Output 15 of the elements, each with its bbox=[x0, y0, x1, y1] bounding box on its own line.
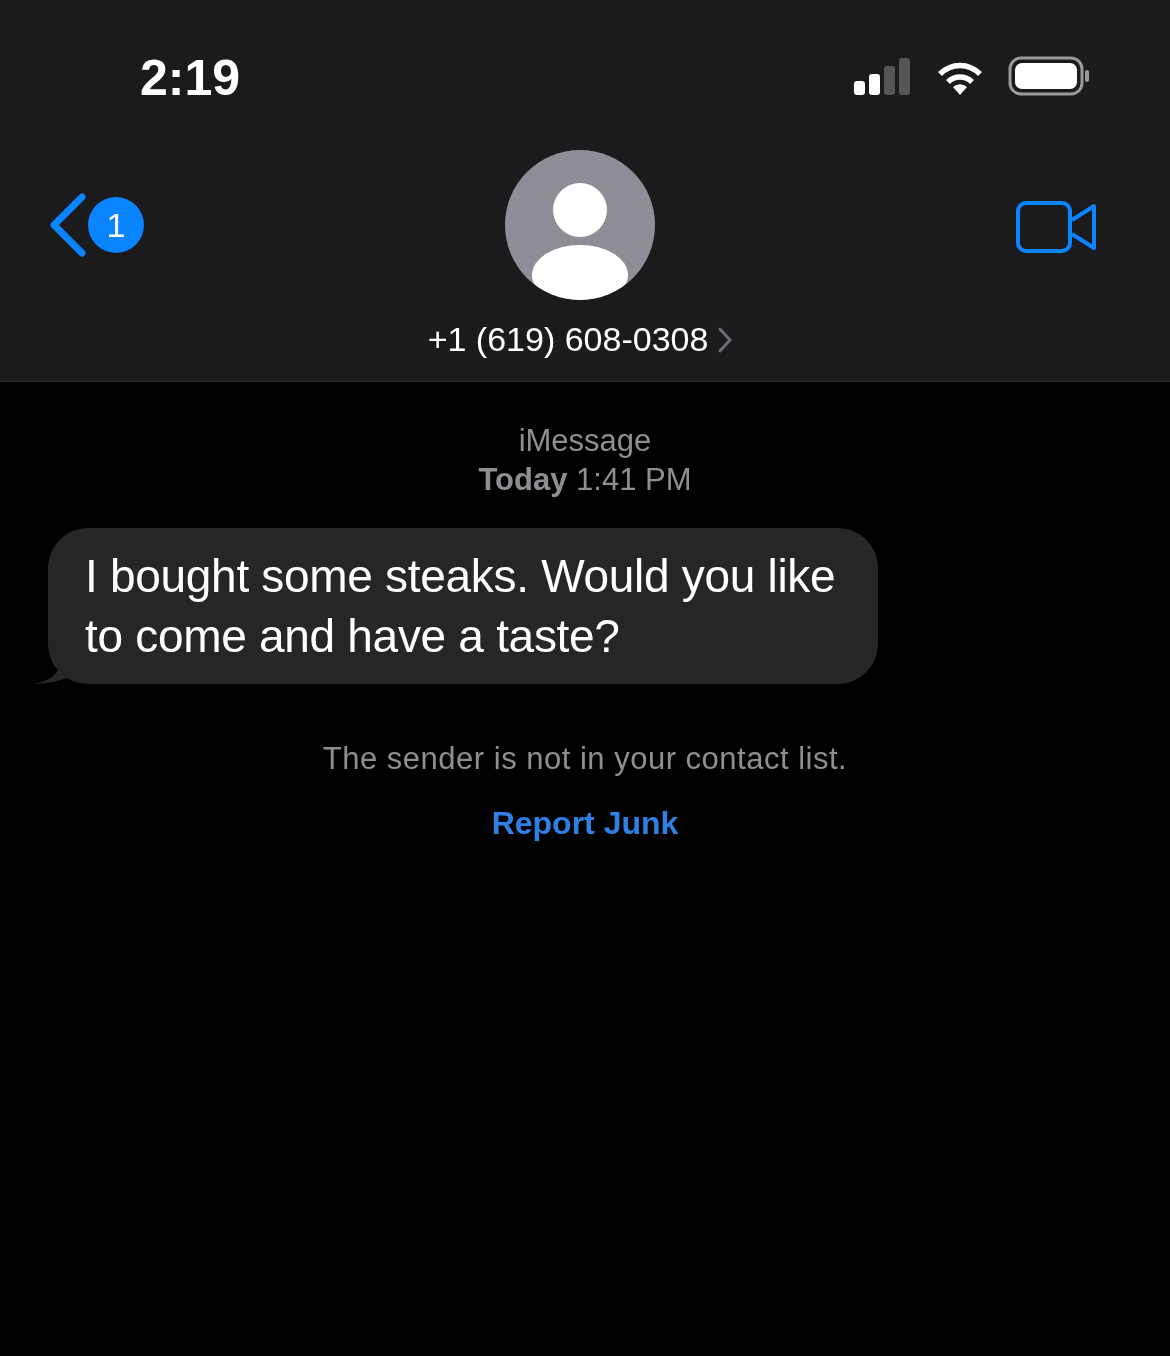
chevron-right-icon bbox=[718, 326, 733, 353]
contact-name[interactable]: +1 (619) 608-0308 bbox=[427, 314, 733, 365]
service-label: iMessage bbox=[518, 422, 652, 460]
battery-icon bbox=[1008, 56, 1090, 96]
signal-icon bbox=[854, 57, 912, 95]
avatar-icon bbox=[505, 150, 655, 300]
back-button[interactable]: 1 bbox=[48, 193, 144, 257]
video-camera-icon bbox=[1016, 200, 1098, 254]
back-chevron-icon bbox=[48, 193, 86, 257]
timestamp: Today 1:41 PM bbox=[478, 461, 692, 499]
status-time: 2:19 bbox=[140, 50, 241, 106]
unknown-sender-notice: The sender is not in your contact list. bbox=[322, 740, 848, 778]
unread-badge: 1 bbox=[88, 197, 144, 253]
message-bubble: I bought some steaks. Would you like to come and have a taste? bbox=[48, 528, 878, 684]
report-junk-link[interactable]: Report Junk bbox=[491, 798, 679, 847]
